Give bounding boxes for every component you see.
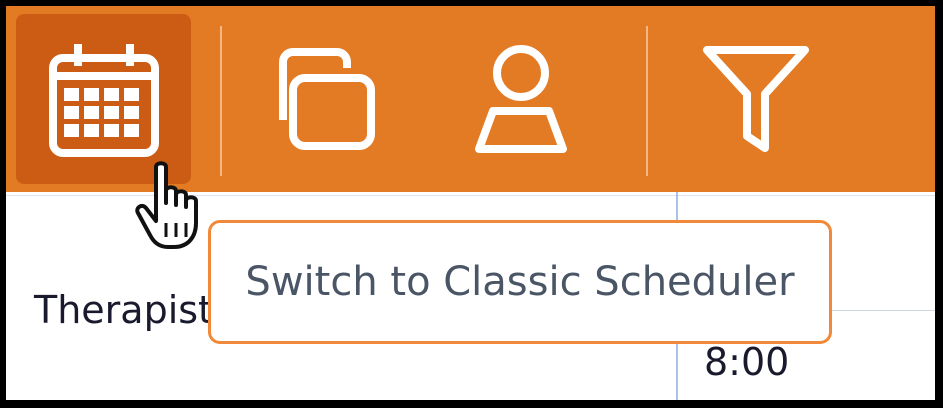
toolbar-separator <box>220 26 222 176</box>
filter-icon <box>703 46 809 152</box>
time-slot-label: 8:00 <box>704 340 790 384</box>
user-view-button[interactable] <box>451 14 591 184</box>
calendar-icon <box>48 44 159 157</box>
user-icon <box>475 45 567 153</box>
classic-scheduler-button[interactable] <box>16 14 191 184</box>
hand-pointer-cursor-icon <box>135 161 198 249</box>
filter-button[interactable] <box>686 14 826 184</box>
copy-windows-button[interactable] <box>246 14 396 184</box>
copy-windows-icon <box>279 48 375 150</box>
row-header-therapist: Therapist <box>34 288 213 332</box>
toolbar-separator <box>646 26 648 176</box>
app-frame: Therapist 8:00 Switch to Classic Schedul… <box>6 6 935 400</box>
tooltip: Switch to Classic Scheduler <box>208 220 832 344</box>
